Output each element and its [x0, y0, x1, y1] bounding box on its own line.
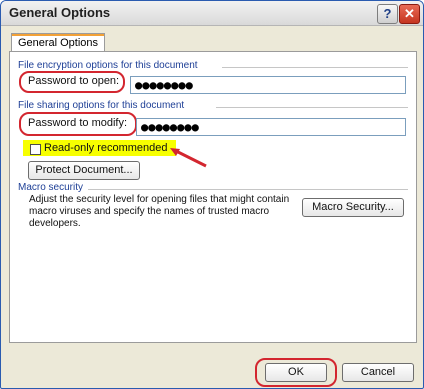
- general-options-dialog: General Options ? ✕ General Options File…: [0, 0, 424, 389]
- cancel-button[interactable]: Cancel: [342, 363, 414, 382]
- encryption-section-label: File encryption options for this documen…: [18, 60, 198, 71]
- ok-button[interactable]: OK: [265, 363, 327, 382]
- encryption-divider: [222, 67, 408, 68]
- help-button[interactable]: ?: [377, 4, 398, 24]
- sharing-divider: [216, 107, 408, 108]
- annotation-arrow: [170, 148, 207, 168]
- protect-document-button[interactable]: Protect Document...: [28, 161, 140, 180]
- macro-security-button[interactable]: Macro Security...: [302, 198, 404, 217]
- password-open-input[interactable]: ●●●●●●●●: [130, 76, 406, 94]
- tab-general-options[interactable]: General Options: [11, 33, 105, 52]
- password-modify-label: Password to modify:: [28, 117, 128, 129]
- window-title: General Options: [9, 5, 111, 20]
- password-modify-input[interactable]: ●●●●●●●●: [136, 118, 406, 136]
- password-open-label: Password to open:: [28, 75, 120, 87]
- read-only-label[interactable]: Read-only recommended: [44, 142, 168, 154]
- macro-section-label: Macro security: [18, 182, 84, 193]
- sharing-section-label: File sharing options for this document: [18, 100, 185, 111]
- title-bar: General Options ? ✕: [1, 1, 423, 26]
- options-panel: File encryption options for this documen…: [9, 51, 417, 343]
- macro-description: Adjust the security level for opening fi…: [29, 194, 290, 229]
- close-button[interactable]: ✕: [399, 4, 420, 24]
- macro-divider: [88, 189, 408, 190]
- read-only-checkbox[interactable]: [30, 144, 41, 155]
